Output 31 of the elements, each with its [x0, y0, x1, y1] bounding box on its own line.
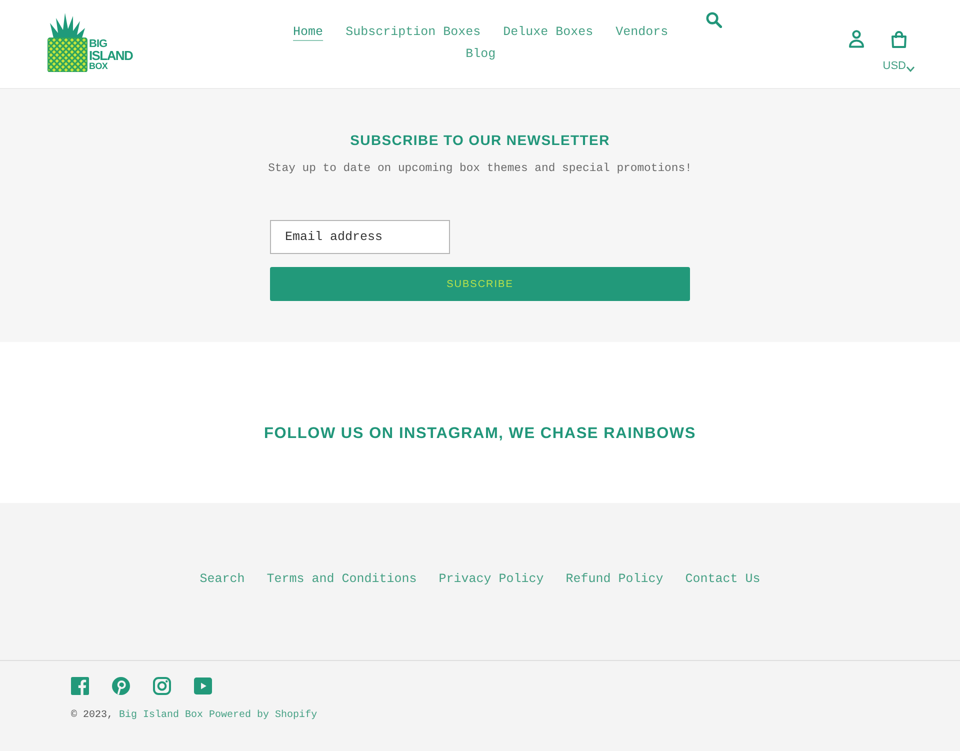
email-field[interactable]: Email address: [270, 220, 450, 254]
newsletter-heading: SUBSCRIBE TO OUR NEWSLETTER: [350, 131, 610, 149]
logo-text[interactable]: ISLAND: [89, 50, 133, 62]
search-icon[interactable]: [706, 12, 722, 28]
facebook-icon[interactable]: [71, 677, 89, 695]
nav-link[interactable]: Home: [293, 21, 324, 43]
powered-by-link[interactable]: Powered by Shopify: [209, 710, 318, 721]
nav-link[interactable]: Subscription Boxes: [346, 21, 481, 43]
cart-icon[interactable]: [891, 30, 907, 48]
pinterest-icon[interactable]: [112, 677, 130, 695]
newsletter-subtitle: Stay up to date on upcoming box themes and special promotions!: [268, 162, 692, 177]
account-icon[interactable]: [849, 30, 864, 48]
currency-selector[interactable]: USD: [882, 60, 915, 72]
footer-link[interactable]: Terms and Conditions: [266, 571, 417, 587]
copyright-text: © 2023, Big Island Box Powered by Shopify: [71, 710, 318, 722]
footer-link[interactable]: Search: [200, 571, 245, 587]
logo-text[interactable]: BOX: [89, 62, 108, 70]
instagram-heading: FOLLOW US ON INSTAGRAM, WE CHASE RAINBOWS: [264, 425, 696, 443]
youtube-icon[interactable]: [194, 677, 212, 695]
subscribe-button[interactable]: SUBSCRIBE: [270, 267, 690, 301]
store-link[interactable]: Big Island Box: [119, 710, 204, 721]
nav-link[interactable]: Deluxe Boxes: [503, 21, 594, 43]
footer-link[interactable]: Refund Policy: [566, 571, 664, 587]
logo-text[interactable]: BIG: [89, 40, 108, 50]
pineapple-icon[interactable]: [47, 13, 88, 72]
nav-link[interactable]: Blog: [466, 43, 496, 65]
footer-link[interactable]: Privacy Policy: [438, 571, 544, 587]
footer-link[interactable]: Contact Us: [685, 571, 760, 587]
instagram-icon[interactable]: [153, 677, 171, 695]
nav-link[interactable]: Vendors: [616, 21, 668, 43]
caret-icon[interactable]: [906, 66, 915, 72]
